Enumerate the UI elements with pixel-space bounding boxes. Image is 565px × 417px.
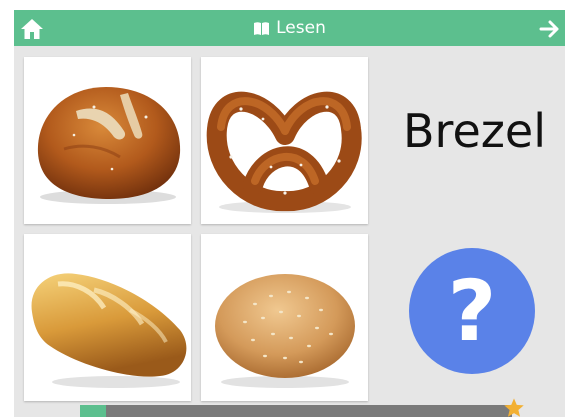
page-title-text: Lesen bbox=[276, 18, 326, 38]
header-bar: Lesen bbox=[14, 10, 565, 46]
app-screen: Lesen Brezel ? bbox=[14, 10, 565, 417]
answer-card-baguette[interactable] bbox=[24, 234, 191, 401]
help-button[interactable]: ? bbox=[409, 248, 535, 374]
answer-card-sesame-bun[interactable] bbox=[201, 234, 368, 401]
arrow-right-icon[interactable] bbox=[539, 18, 561, 40]
book-icon bbox=[254, 21, 270, 35]
answer-card-bread[interactable] bbox=[24, 57, 191, 224]
sesame-bun-image bbox=[215, 274, 355, 388]
pretzel-image bbox=[206, 91, 362, 213]
help-button-label: ? bbox=[447, 262, 497, 360]
progress-bar bbox=[80, 405, 512, 417]
answer-card-pretzel[interactable] bbox=[201, 57, 368, 224]
page-title: Lesen bbox=[14, 10, 565, 46]
bread-loaf-image bbox=[37, 87, 181, 204]
star-icon bbox=[504, 398, 524, 417]
target-word: Brezel bbox=[403, 104, 546, 158]
baguette-roll-image bbox=[31, 273, 187, 388]
progress-bar-fill bbox=[80, 405, 106, 417]
